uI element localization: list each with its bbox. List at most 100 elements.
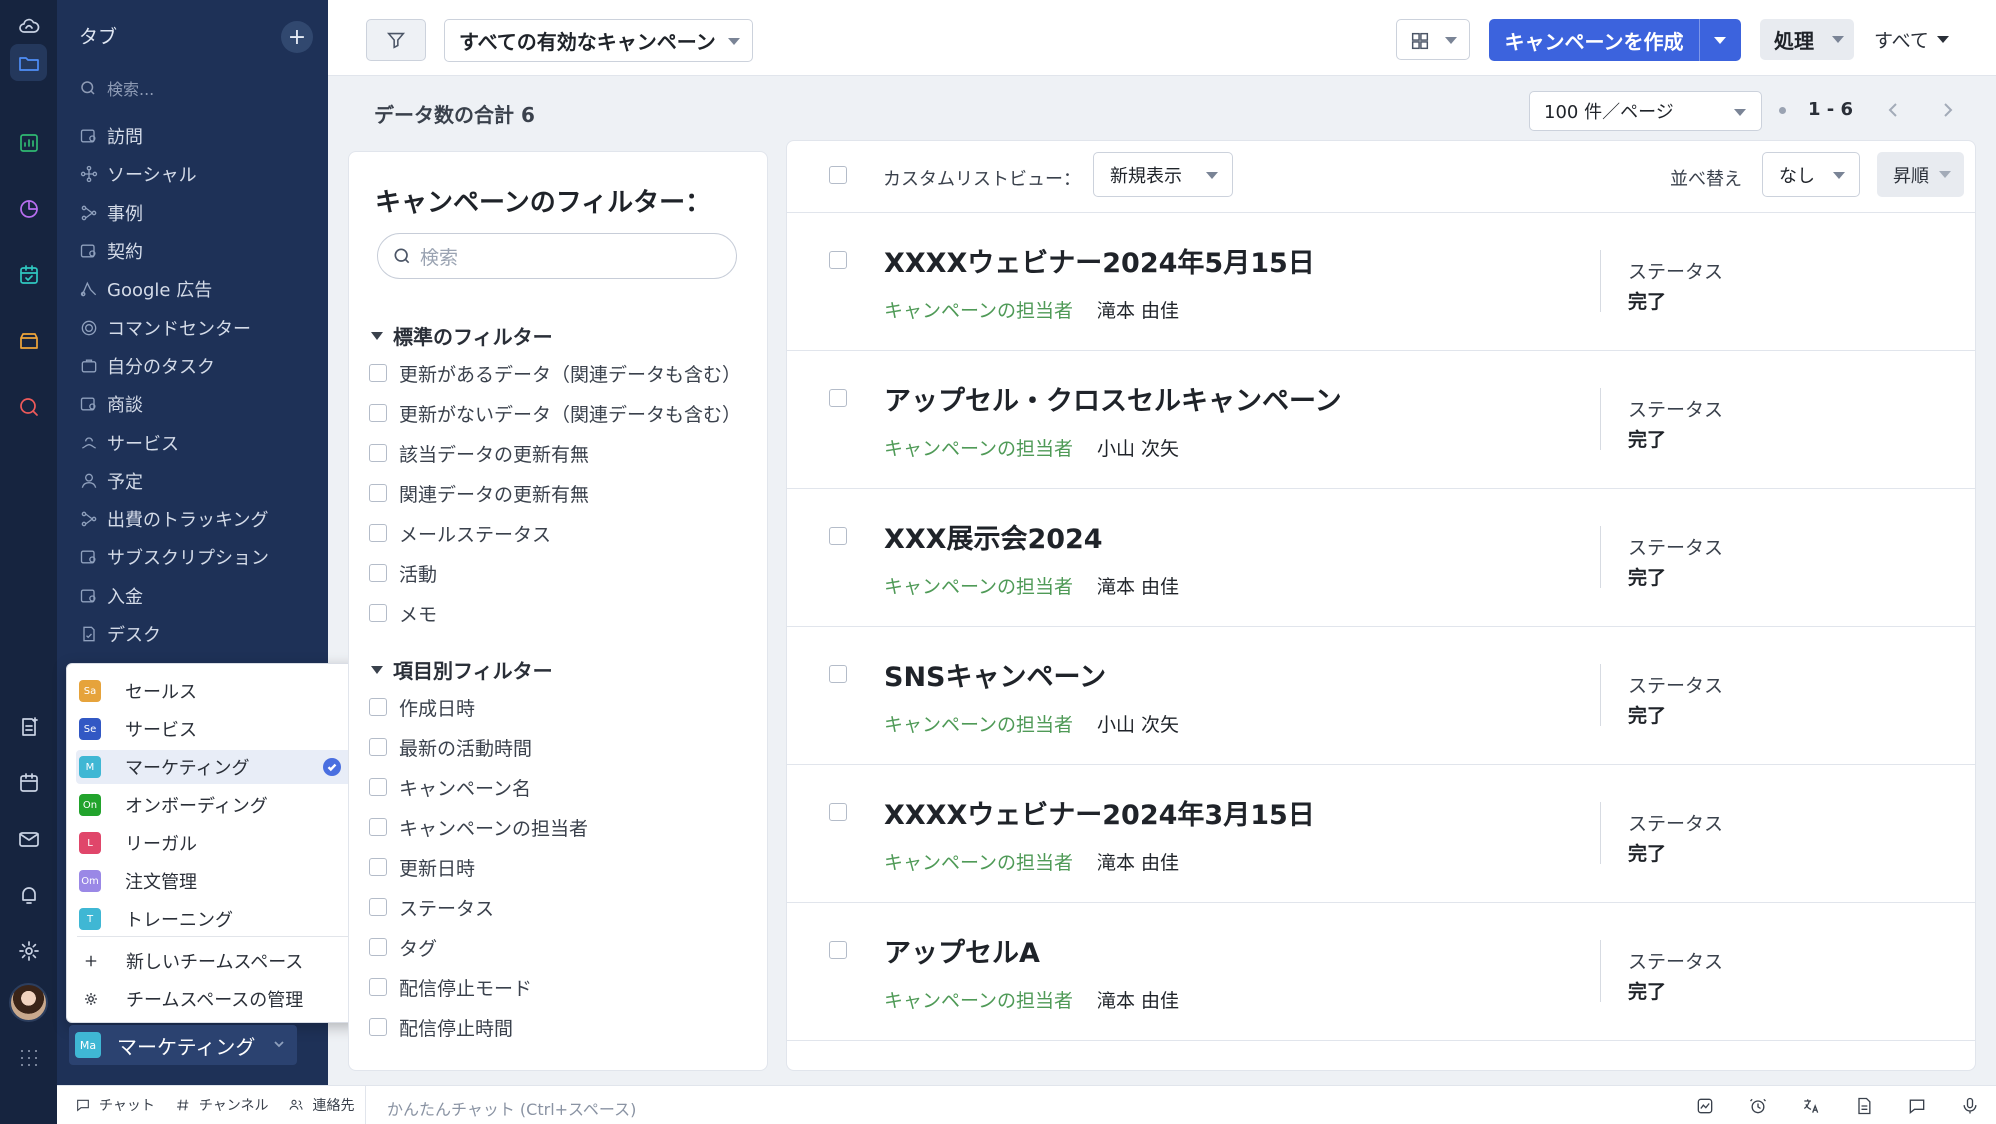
campaign-title[interactable]: アップセル・クロスセルキャンペーン — [884, 379, 1342, 418]
new-team-space-button[interactable]: 新しいチームスペース — [76, 944, 352, 978]
sidebar-item-my-tasks[interactable]: 自分のタスク — [79, 347, 319, 385]
filter-toggle-button[interactable] — [366, 19, 426, 61]
sidebar-item-deals[interactable]: 商談 — [79, 385, 319, 423]
filter-option[interactable]: 最新の活動時間 — [369, 732, 532, 762]
filter-option[interactable]: ステータス — [369, 892, 494, 922]
sidebar-item-command-center[interactable]: コマンドセンター — [79, 308, 319, 346]
filter-option[interactable]: キャンペーン名 — [369, 772, 531, 802]
checkbox[interactable] — [369, 898, 387, 916]
team-option-training[interactable]: T トレーニング — [76, 902, 352, 936]
sidebar-item-subscription[interactable]: サブスクリプション — [79, 538, 319, 576]
checkbox[interactable] — [369, 938, 387, 956]
campaign-title[interactable]: XXX展示会2024 — [884, 517, 1103, 556]
checkbox[interactable] — [369, 858, 387, 876]
filter-option[interactable]: 作成日時 — [369, 692, 475, 722]
checkbox[interactable] — [369, 444, 387, 462]
sidebar-item-desk[interactable]: デスク — [79, 615, 319, 653]
filter-option[interactable]: メモ — [369, 598, 437, 628]
bell-icon[interactable] — [10, 876, 47, 913]
team-option-sales[interactable]: Sa セールス — [76, 674, 352, 708]
create-campaign-button[interactable]: キャンペーンを作成 — [1489, 19, 1741, 61]
folder-icon[interactable] — [10, 44, 47, 81]
next-page-icon[interactable] — [1938, 100, 1958, 120]
quick-chat-input[interactable]: かんたんチャット (Ctrl+スペース) — [387, 1096, 636, 1120]
campaign-title[interactable]: アップセルA — [884, 931, 1040, 970]
team-option-onboarding[interactable]: On オンボーディング — [76, 788, 352, 822]
checkbox[interactable] — [369, 818, 387, 836]
filter-option[interactable]: 活動 — [369, 558, 437, 588]
calendar-icon[interactable] — [10, 764, 47, 801]
filter-option[interactable]: 更新があるデータ（関連データも含む） — [369, 358, 741, 388]
campaign-title[interactable]: XXXXウェビナー2024年3月15日 — [884, 793, 1315, 832]
filter-option[interactable]: 更新がないデータ（関連データも含む） — [369, 398, 741, 428]
select-all-checkbox[interactable] — [829, 166, 847, 184]
checkbox[interactable] — [369, 404, 387, 422]
row-checkbox[interactable] — [829, 803, 847, 821]
row-checkbox[interactable] — [829, 251, 847, 269]
filter-option[interactable]: メールステータス — [369, 518, 551, 548]
row-checkbox[interactable] — [829, 941, 847, 959]
campaign-row[interactable]: XXX展示会2024 キャンペーンの担当者 滝本 由佳 ステータス 完了 — [787, 489, 1975, 627]
team-option-order-management[interactable]: Om 注文管理 — [76, 864, 352, 898]
search-insight-icon[interactable] — [10, 388, 47, 425]
filter-option[interactable]: タグ — [369, 932, 437, 962]
checkbox[interactable] — [369, 364, 387, 382]
per-page-select[interactable]: 100 件／ページ — [1529, 91, 1762, 131]
activity-chart-icon[interactable] — [1678, 1086, 1731, 1124]
sidebar-item-social[interactable]: ソーシャル — [79, 155, 319, 193]
standard-filter-group[interactable]: 標準のフィルター — [371, 321, 553, 350]
filter-option[interactable]: 配信停止時間 — [369, 1012, 513, 1042]
sidebar-search[interactable]: 検索... — [79, 72, 309, 104]
campaign-row[interactable]: アップセル・クロスセルキャンペーン キャンペーンの担当者 小山 次矢 ステータス… — [787, 351, 1975, 489]
sort-order-button[interactable]: 昇順 — [1877, 152, 1964, 197]
team-space-switcher[interactable]: Ma マーケティング — [69, 1025, 297, 1065]
team-option-marketing[interactable]: M マーケティング — [76, 750, 352, 784]
checkbox[interactable] — [369, 604, 387, 622]
filter-option[interactable]: 該当データの更新有無 — [369, 438, 589, 468]
chat-tab[interactable]: チャット — [65, 1086, 165, 1124]
campaign-row[interactable]: アップセルA キャンペーンの担当者 滝本 由佳 ステータス 完了 — [787, 903, 1975, 1041]
channel-tab[interactable]: チャンネル — [165, 1086, 279, 1124]
sidebar-item-visit[interactable]: 訪問 — [79, 117, 319, 155]
campaign-row[interactable]: XXXXウェビナー2024年3月15日 キャンペーンの担当者 滝本 由佳 ステー… — [787, 765, 1975, 903]
document-icon[interactable] — [1837, 1086, 1890, 1124]
apps-grid-icon[interactable] — [10, 1039, 47, 1076]
checkbox[interactable] — [369, 698, 387, 716]
store-icon[interactable] — [10, 322, 47, 359]
sidebar-item-contract[interactable]: 契約 — [79, 232, 319, 270]
contacts-tab[interactable]: 連絡先 — [278, 1086, 364, 1124]
campaign-title[interactable]: XXXXウェビナー2024年5月15日 — [884, 241, 1315, 280]
filter-option[interactable]: 配信停止モード — [369, 972, 532, 1002]
sidebar-item-service[interactable]: サービス — [79, 423, 319, 461]
action-menu-button[interactable]: 処理 — [1760, 19, 1854, 60]
sidebar-item-google-ads[interactable]: Google 広告 — [79, 270, 319, 308]
sidebar-item-expense-tracking[interactable]: 出費のトラッキング — [79, 500, 319, 538]
filter-option[interactable]: キャンペーンの担当者 — [369, 812, 588, 842]
custom-view-select[interactable]: 新規表示 — [1093, 152, 1233, 197]
scope-all-button[interactable]: すべて — [1874, 19, 1949, 60]
message-icon[interactable] — [1890, 1086, 1943, 1124]
note-add-icon[interactable] — [10, 708, 47, 745]
row-checkbox[interactable] — [829, 665, 847, 683]
user-avatar[interactable] — [9, 983, 48, 1022]
create-options-caret-icon[interactable] — [1714, 37, 1726, 44]
microphone-icon[interactable] — [1943, 1086, 1996, 1124]
sort-field-select[interactable]: なし — [1762, 152, 1860, 197]
checkbox[interactable] — [369, 738, 387, 756]
alarm-clock-icon[interactable] — [1731, 1086, 1784, 1124]
translate-icon[interactable] — [1784, 1086, 1837, 1124]
reports-icon[interactable] — [10, 190, 47, 227]
view-select[interactable]: すべての有効なキャンペーン — [444, 19, 753, 62]
checkbox[interactable] — [369, 524, 387, 542]
checkbox[interactable] — [369, 978, 387, 996]
planner-icon[interactable] — [10, 256, 47, 293]
checkbox[interactable] — [369, 564, 387, 582]
filter-option[interactable]: 更新日時 — [369, 852, 475, 882]
cloud-logo-icon[interactable] — [10, 8, 47, 45]
campaign-title[interactable]: SNSキャンペーン — [884, 655, 1106, 694]
mail-icon[interactable] — [10, 820, 47, 857]
sidebar-item-payment[interactable]: 入金 — [79, 577, 319, 615]
field-filter-group[interactable]: 項目別フィルター — [371, 655, 553, 684]
team-option-legal[interactable]: L リーガル — [76, 826, 352, 860]
previous-page-icon[interactable] — [1883, 100, 1903, 120]
